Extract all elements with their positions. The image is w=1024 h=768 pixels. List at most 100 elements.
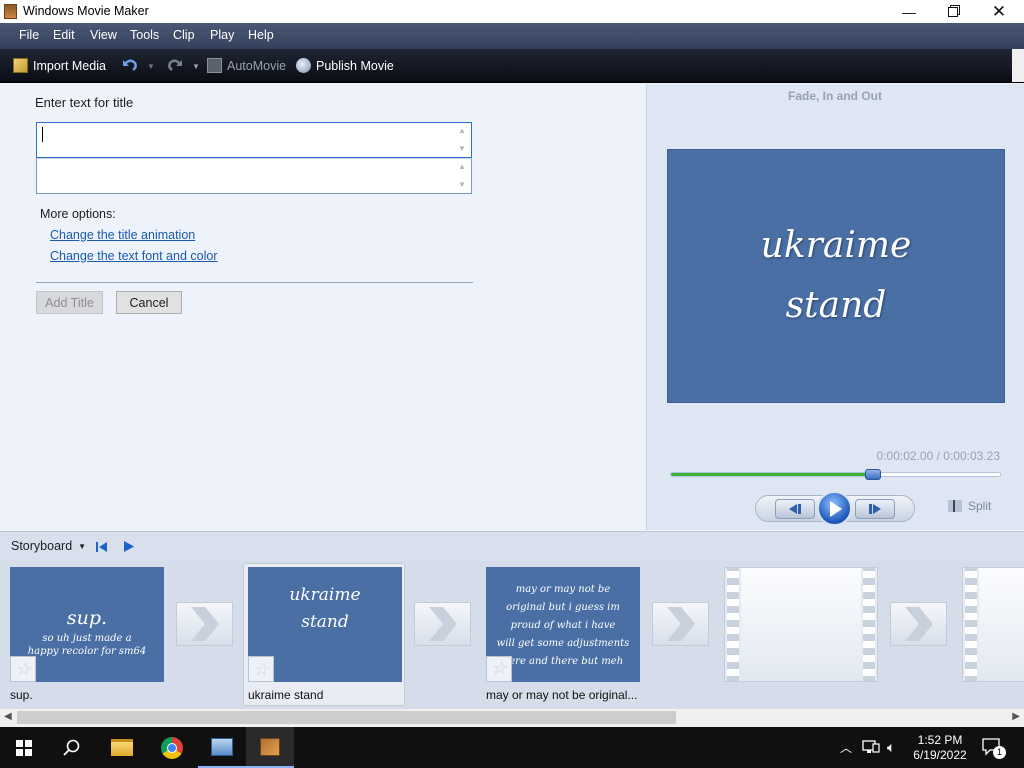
scroll-down-icon[interactable]: ▼ [457,180,467,190]
split-button[interactable]: Split [948,499,991,513]
notification-center-button[interactable]: 1 [982,738,1006,759]
split-icon [948,500,962,512]
split-label: Split [968,499,992,513]
scroll-down-icon[interactable]: ▼ [457,144,467,154]
playback-time: 0:00:02.00 / 0:00:03.23 [876,449,1000,463]
minimize-icon: — [902,3,916,20]
clock[interactable]: 1:52 PM 6/19/2022 [910,733,970,763]
clock-time: 1:52 PM [917,733,963,747]
file-explorer-button[interactable] [98,727,146,768]
menu-file[interactable]: File [19,28,39,42]
film-perforation [863,568,875,681]
change-font-color-link[interactable]: Change the text font and color [50,249,217,263]
play-icon [124,541,134,552]
star-icon[interactable]: ☆ [486,656,512,682]
taskbar: ︿ 🔈︎ 1:52 PM 6/19/2022 1 [0,727,1024,768]
transition-arrow-icon [666,607,695,641]
effect-name: Fade, In and Out [787,89,882,103]
maximize-button[interactable] [930,0,976,23]
more-options-label: More options: [40,207,116,221]
search-icon [63,739,80,756]
film-perforation [965,568,977,681]
publish-movie-button[interactable]: Publish Movie [296,58,394,73]
title-line2-input[interactable]: ▲ ▼ [36,158,472,194]
transition-slot[interactable] [176,602,233,646]
scroll-up-icon[interactable]: ▲ [457,162,467,172]
clip-text-line: may or may not be [515,584,611,595]
storyboard-clip[interactable]: sup. so uh just made a happy recolor for… [10,567,164,682]
control-panel-button[interactable] [198,727,246,768]
seek-thumb[interactable] [865,469,881,480]
cancel-button[interactable]: Cancel [116,291,182,314]
clip-text-line: will get some adjustments [496,638,630,649]
star-icon[interactable]: ☆ [10,656,36,682]
scroll-up-icon[interactable]: ▲ [457,126,467,136]
menu-help[interactable]: Help [248,28,274,42]
menu-tools[interactable]: Tools [130,28,159,42]
scroll-right-icon[interactable]: ▶ [1012,711,1020,722]
next-frame-button[interactable] [855,499,895,519]
rewind-icon [96,542,107,552]
storyboard-clip[interactable]: may or may not be original but i guess i… [486,567,640,682]
title-line1-input[interactable]: ▲ ▼ [36,122,472,158]
publish-movie-label: Publish Movie [316,58,394,73]
seek-progress [671,473,872,476]
preview-monitor[interactable]: ukraime stand [667,149,1005,403]
undo-icon [123,59,137,71]
undo-dropdown-icon[interactable]: ▼ [147,62,155,71]
menu-edit[interactable]: Edit [53,28,75,42]
toolbar-overflow[interactable] [1012,49,1024,82]
movie-maker-app-icon [4,4,17,19]
storyboard-clip-selected[interactable]: ukraime stand ☆ [248,567,402,682]
clip-text-line: stand [301,612,349,632]
menu-play[interactable]: Play [210,28,234,42]
title-editor-heading: Enter text for title [35,95,134,110]
import-media-button[interactable]: Import Media [13,58,106,73]
play-storyboard-button[interactable] [123,541,134,555]
transition-slot[interactable] [414,602,471,646]
storyboard-view-dropdown[interactable]: Storyboard ▼ [11,539,86,553]
import-media-label: Import Media [33,58,106,73]
clip-caption: sup. [10,688,33,702]
redo-dropdown-icon[interactable]: ▼ [192,62,200,71]
film-frame [979,568,1024,681]
storyboard-scrollbar[interactable]: ◀ ▶ [0,709,1024,726]
scrollbar-thumb[interactable] [17,711,676,724]
play-icon [829,500,842,517]
empty-clip-slot[interactable] [962,567,1024,682]
empty-clip-slot[interactable] [724,567,878,682]
menu-clip[interactable]: Clip [173,28,195,42]
start-button[interactable] [0,727,48,768]
redo-icon [168,59,182,71]
automovie-icon [207,58,222,73]
chevron-up-icon[interactable]: ︿ [840,739,852,756]
redo-button[interactable] [166,56,184,74]
clip-text-line: original but i guess im [506,602,620,613]
previous-frame-button[interactable] [775,499,815,519]
chrome-button[interactable] [148,727,196,768]
play-button[interactable] [817,491,852,526]
title-bar: Windows Movie Maker — ✕ [0,0,1024,23]
network-icon[interactable] [862,740,880,757]
close-button[interactable]: ✕ [976,0,1022,23]
menu-view[interactable]: View [90,28,117,42]
transition-slot[interactable] [890,602,947,646]
go-to-start-button[interactable] [96,541,108,555]
add-title-button[interactable]: Add Title [36,291,103,314]
clip-text-line: so uh just made a [42,633,132,644]
minimize-button[interactable]: — [886,0,932,23]
undo-button[interactable] [121,56,139,74]
seek-bar[interactable] [670,469,1001,480]
clip-text-line: sup. [66,607,108,629]
transition-slot[interactable] [652,602,709,646]
notification-count-badge: 1 [993,746,1006,759]
star-icon[interactable]: ☆ [248,656,274,682]
scroll-left-icon[interactable]: ◀ [4,711,12,722]
clip-caption: may or may not be original... [486,688,638,702]
automovie-button[interactable]: AutoMovie [207,58,286,73]
volume-icon[interactable]: 🔈︎ [887,739,895,756]
movie-maker-taskbar-button[interactable] [246,727,294,768]
next-frame-icon [869,504,881,514]
search-button[interactable] [48,727,96,768]
change-title-animation-link[interactable]: Change the title animation [50,228,195,242]
